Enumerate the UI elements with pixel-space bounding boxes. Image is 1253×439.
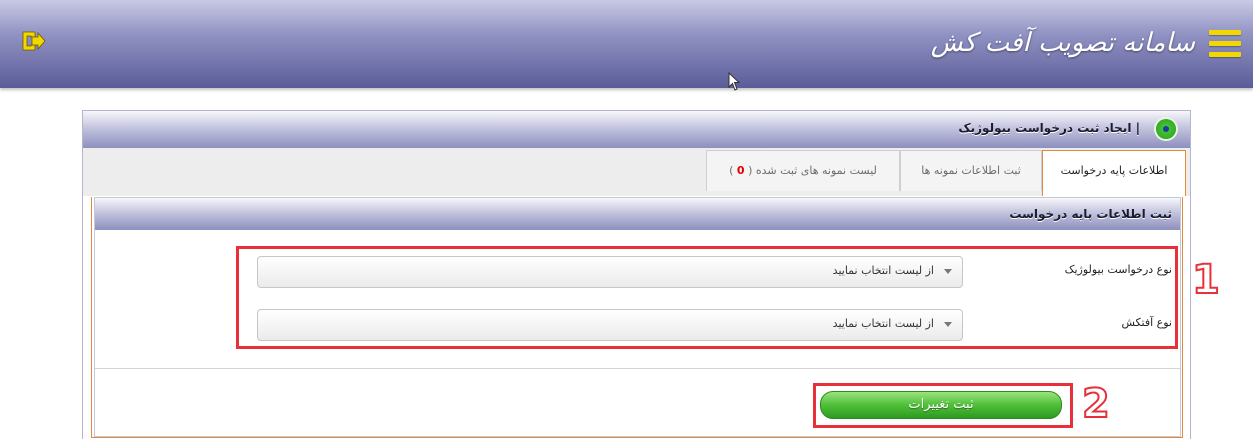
annotation-box-fields [236,246,1178,349]
tab-registered-samples-suffix: ) [729,164,734,177]
mouse-cursor-icon [728,72,741,91]
app-title: سامانه تصویب آفت کش [930,28,1195,58]
top-header-bar: سامانه تصویب آفت کش [0,0,1253,88]
tab-registered-samples-label: لیست نمونه های ثبت شده ( [748,164,877,177]
add-circle-icon [1156,119,1176,139]
hamburger-menu-icon[interactable] [1209,30,1241,58]
tab-strip: اطلاعات پایه درخواست ثبت اطلاعات نمونه ه… [83,148,1190,196]
form-divider [95,368,1180,369]
annotation-number-2: 2 [1081,381,1111,427]
tab-basic-info[interactable]: اطلاعات پایه درخواست [1042,150,1186,196]
tab-sample-info-label: ثبت اطلاعات نمونه ها [921,164,1021,177]
tab-sample-info[interactable]: ثبت اطلاعات نمونه ها [900,150,1042,191]
section-header: ثبت اطلاعات پایه درخواست [95,198,1180,230]
tab-basic-info-label: اطلاعات پایه درخواست [1060,164,1168,177]
panel-header: | ایجاد ثبت درخواست بیولوژیک [83,111,1190,148]
tab-registered-samples[interactable]: لیست نمونه های ثبت شده ( 0 ) [706,150,900,191]
panel-title: | ایجاد ثبت درخواست بیولوژیک [958,121,1140,135]
section-title: ثبت اطلاعات پایه درخواست [1009,207,1172,221]
registered-samples-count: 0 [736,164,745,177]
annotation-box-save [813,383,1073,428]
exit-icon[interactable] [20,28,46,54]
annotation-number-1: 1 [1191,257,1221,303]
